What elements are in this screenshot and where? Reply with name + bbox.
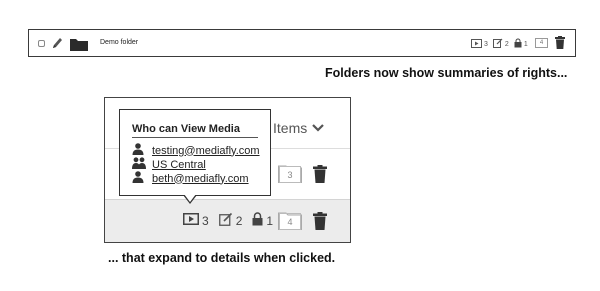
group-link[interactable]: US Central [152,159,206,171]
item-count-box: 3 [279,166,301,183]
trash-icon[interactable] [313,212,327,235]
caption-top: Folders now show summaries of rights... [325,66,568,80]
lock-count: 1 [266,213,274,228]
row-checkbox[interactable] [38,40,45,47]
rights-summary[interactable]: 3 2 1 [183,212,273,229]
folder-icon [70,38,88,56]
items-header[interactable]: Items [273,120,307,136]
pencil-icon[interactable] [51,36,63,55]
trash-icon[interactable] [313,165,327,188]
media-icon [471,38,482,50]
list-item[interactable]: testing@mediafly.com [132,143,260,158]
media-count: 3 [202,213,209,228]
rights-summary[interactable]: 3 2 1 [471,38,528,50]
popover-title: Who can View Media [132,123,240,135]
divider [105,199,350,200]
edit-count: 2 [504,40,509,48]
lock-icon [252,212,263,229]
user-icon [132,171,144,186]
title-underline [132,137,258,138]
edit-count: 2 [235,213,243,228]
user-icon [132,143,144,158]
user-link[interactable]: testing@mediafly.com [152,145,260,157]
folder-row[interactable]: Demo folder 3 2 1 4 [28,29,576,57]
list-item[interactable]: beth@mediafly.com [132,171,249,186]
item-count-box: 4 [535,38,548,48]
trash-icon[interactable] [555,36,565,54]
lock-count: 1 [523,40,528,48]
popover-pointer-fill [184,194,196,202]
chevron-down-icon[interactable] [312,120,324,138]
edit-icon [218,212,233,229]
group-icon [132,157,146,172]
item-count-box: 4 [279,213,301,230]
lock-icon [514,38,522,50]
list-item[interactable]: US Central [132,157,206,172]
media-count: 3 [484,40,488,48]
media-icon [183,213,199,228]
folder-name[interactable]: Demo folder [100,39,138,46]
edit-icon [492,38,503,50]
rights-popover: Who can View Media testing@mediafly.com … [119,109,271,196]
user-link[interactable]: beth@mediafly.com [152,173,249,185]
caption-bottom: ... that expand to details when clicked. [108,251,336,265]
